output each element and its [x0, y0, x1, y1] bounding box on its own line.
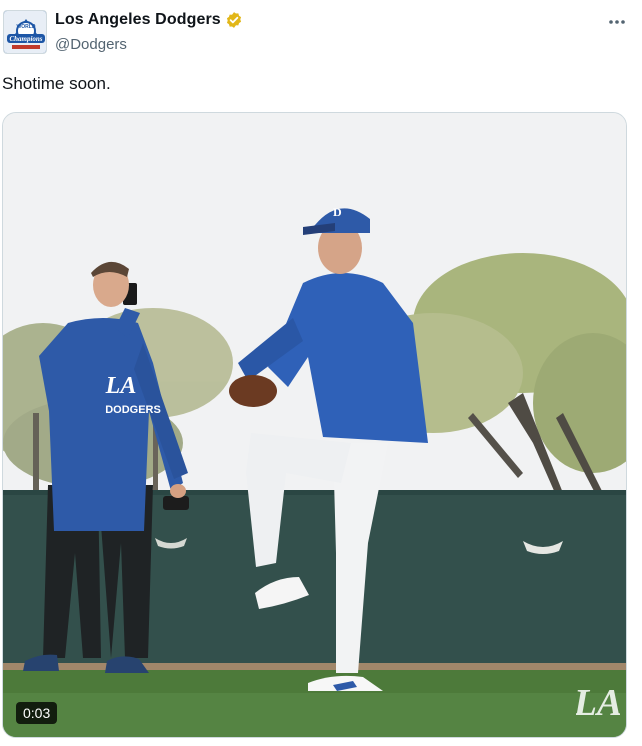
video-duration-badge: 0:03: [16, 702, 58, 724]
avatar[interactable]: WORLD Champions: [3, 10, 47, 54]
video-frame: LA DODGERS D: [3, 113, 626, 737]
svg-text:DODGERS: DODGERS: [105, 404, 161, 416]
tweet-header: WORLD Champions Los Angeles Dodgers @Dod…: [0, 0, 642, 66]
video-player[interactable]: LA DODGERS D 0:03 LA: [2, 112, 627, 738]
tweet-text: Shotime soon.: [2, 74, 111, 93]
la-logo-watermark: LA: [573, 671, 623, 727]
svg-text:LA: LA: [105, 373, 137, 399]
name-row: Los Angeles Dodgers: [55, 11, 243, 29]
user-handle[interactable]: @Dodgers: [55, 36, 127, 53]
svg-text:Champions: Champions: [9, 35, 42, 43]
svg-text:WORLD: WORLD: [17, 24, 36, 30]
svg-text:LA: LA: [576, 682, 620, 724]
world-champions-logo-avatar: WORLD Champions: [4, 11, 46, 53]
display-name[interactable]: Los Angeles Dodgers: [55, 11, 221, 29]
ellipsis-icon[interactable]: [606, 12, 628, 32]
svg-text:D: D: [333, 205, 342, 219]
gold-checkmark-badge-icon[interactable]: [225, 11, 243, 29]
